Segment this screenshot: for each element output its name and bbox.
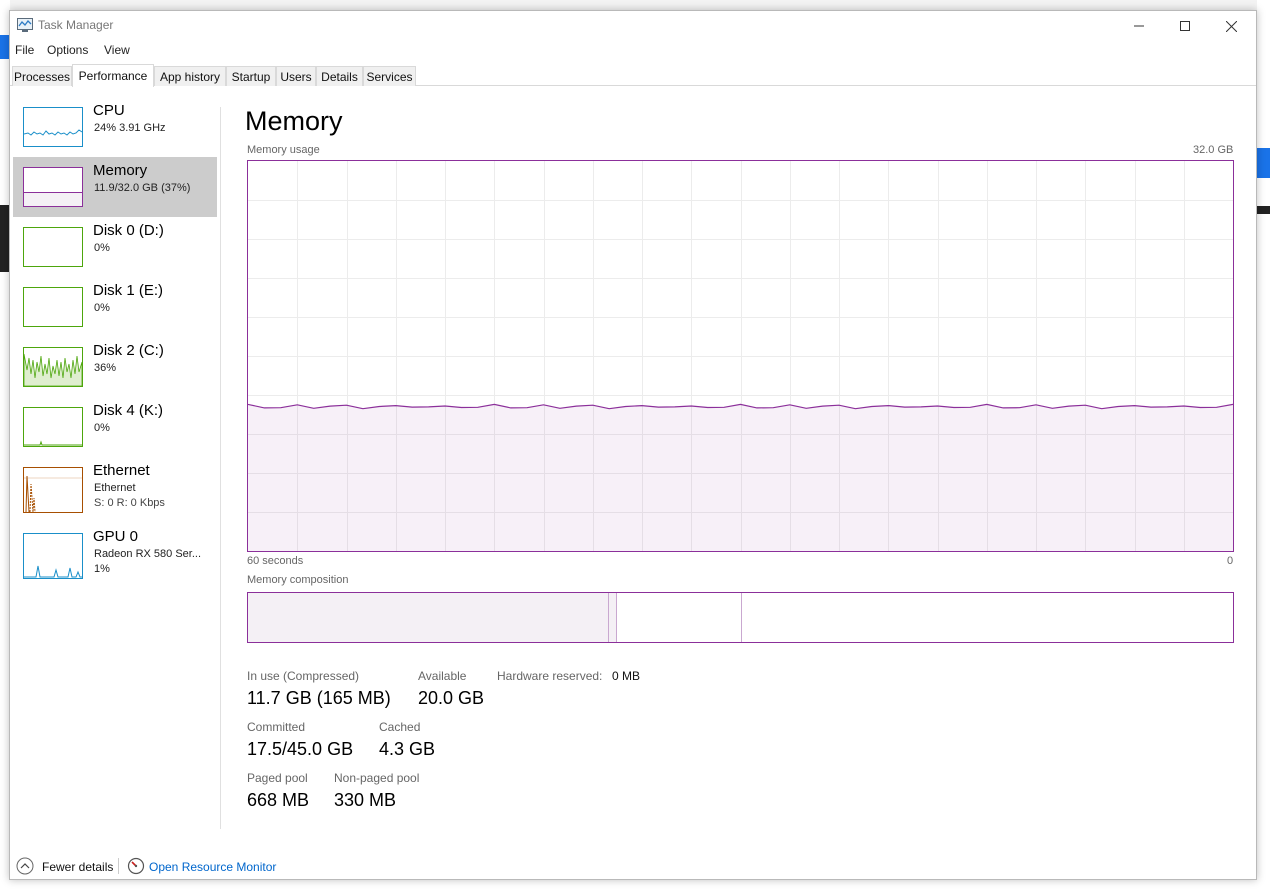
tab-startup[interactable]: Startup: [226, 66, 276, 86]
memory-usage-area: [248, 404, 1233, 551]
resource-disk-1[interactable]: Disk 1 (E:) 0%: [13, 277, 217, 337]
resource-disk-2[interactable]: Disk 2 (C:) 36%: [13, 337, 217, 397]
title-bar[interactable]: Task Manager: [10, 11, 1256, 41]
paged-pool-value: 668 MB: [247, 790, 310, 810]
desktop-background-top: [0, 0, 1270, 10]
memory-composition-bar: [247, 592, 1234, 643]
resource-title: Disk 1 (E:): [93, 282, 164, 299]
composition-modified[interactable]: [609, 593, 617, 642]
in-use-value: 11.7 GB (165 MB): [247, 688, 391, 708]
footer-bar: Fewer details Open Resource Monitor: [10, 847, 1256, 881]
cpu-thumbnail: [23, 107, 83, 147]
composition-free[interactable]: [742, 593, 1233, 642]
in-use-label: In use (Compressed): [247, 669, 360, 683]
menu-options[interactable]: Options: [47, 43, 88, 57]
close-button[interactable]: [1208, 11, 1254, 41]
available-label: Available: [418, 669, 467, 683]
non-paged-pool-label: Non-paged pool: [334, 771, 420, 785]
tab-details[interactable]: Details: [316, 66, 363, 86]
tab-services[interactable]: Services: [363, 66, 416, 86]
resource-monitor-icon[interactable]: [127, 857, 145, 875]
hardware-reserved-value: 0 MB: [612, 669, 641, 683]
minimize-button[interactable]: [1116, 11, 1162, 41]
desktop-background-bottom: [0, 880, 1270, 890]
memory-usage-chart: [247, 160, 1234, 552]
minimize-icon: [1134, 25, 1144, 27]
menu-file[interactable]: File: [15, 43, 34, 57]
tab-processes[interactable]: Processes: [12, 66, 72, 86]
tab-strip: Processes Performance App history Startu…: [10, 64, 1256, 87]
resource-disk-4[interactable]: Disk 4 (K:) 0%: [13, 397, 217, 457]
close-icon: [1225, 20, 1237, 32]
memory-usage-label: Memory usage: [247, 144, 320, 156]
resource-title: Disk 4 (K:): [93, 402, 164, 419]
non-paged-pool-value: 330 MB: [334, 790, 397, 810]
tab-app-history[interactable]: App history: [154, 66, 226, 86]
resource-disk-0[interactable]: Disk 0 (D:) 0%: [13, 217, 217, 277]
resource-title: CPU: [93, 102, 125, 119]
gpu-thumbnail: [23, 533, 83, 579]
composition-in-use[interactable]: [248, 593, 609, 642]
chevron-up-icon[interactable]: [16, 857, 34, 875]
resource-subtitle: 0%: [94, 422, 110, 434]
resource-title: Memory: [93, 162, 148, 179]
committed-label: Committed: [247, 720, 306, 734]
cached-label: Cached: [379, 720, 421, 734]
menu-view[interactable]: View: [104, 43, 130, 57]
panel-divider: [220, 107, 221, 829]
resource-subtitle: 0%: [94, 302, 110, 314]
resource-list: CPU 24% 3.91 GHz Memory 11.9/32.0 GB (37…: [10, 87, 220, 847]
disk-0-thumbnail: [23, 227, 83, 267]
resource-subtitle: 24% 3.91 GHz: [94, 122, 166, 134]
maximize-icon: [1180, 21, 1190, 31]
page-title: Memory: [245, 106, 343, 136]
tab-performance[interactable]: Performance: [72, 64, 154, 87]
footer-divider: [118, 858, 119, 874]
resource-ethernet[interactable]: Ethernet Ethernet S: 0 R: 0 Kbps: [13, 457, 217, 523]
resource-cpu[interactable]: CPU 24% 3.91 GHz: [13, 97, 217, 157]
resource-gpu-0[interactable]: GPU 0 Radeon RX 580 Ser... 1%: [13, 523, 217, 589]
maximize-button[interactable]: [1162, 11, 1208, 41]
resource-subtitle: 11.9/32.0 GB (37%): [94, 182, 191, 194]
disk-2-thumbnail: [23, 347, 83, 387]
resource-subtitle-2: 1%: [94, 563, 110, 575]
composition-standby[interactable]: [617, 593, 742, 642]
ethernet-thumbnail: [23, 467, 83, 513]
resource-subtitle: Radeon RX 580 Ser...: [94, 548, 202, 560]
paged-pool-label: Paged pool: [247, 771, 308, 785]
resource-subtitle: 0%: [94, 242, 110, 254]
resource-title: Disk 0 (D:): [93, 222, 164, 239]
memory-thumbnail: [23, 167, 83, 207]
resource-title: GPU 0: [93, 528, 139, 545]
menu-bar: File Options View: [10, 41, 1256, 61]
time-axis-start: 60 seconds: [247, 555, 304, 567]
resource-title: Ethernet: [93, 462, 150, 479]
memory-usage-max: 32.0 GB: [1193, 144, 1234, 156]
fewer-details-link[interactable]: Fewer details: [42, 860, 113, 874]
committed-value: 17.5/45.0 GB: [247, 739, 354, 759]
task-manager-icon: [17, 18, 33, 32]
resource-title: Disk 2 (C:): [93, 342, 164, 359]
desktop-background-right: [1257, 0, 1270, 890]
task-manager-window: Task Manager File Options View Processes…: [9, 10, 1257, 880]
window-title: Task Manager: [38, 18, 114, 32]
disk-4-thumbnail: [23, 407, 83, 447]
available-value: 20.0 GB: [418, 688, 485, 708]
resource-subtitle: 36%: [94, 362, 117, 374]
resource-memory[interactable]: Memory 11.9/32.0 GB (37%): [13, 157, 217, 217]
resource-subtitle: Ethernet: [94, 482, 136, 494]
hardware-reserved-label: Hardware reserved:: [497, 669, 603, 683]
open-resource-monitor-link[interactable]: Open Resource Monitor: [149, 860, 276, 874]
time-axis-end: 0: [1227, 555, 1234, 567]
memory-composition-label: Memory composition: [247, 574, 349, 586]
resource-subtitle-2: S: 0 R: 0 Kbps: [94, 497, 165, 509]
disk-1-thumbnail: [23, 287, 83, 327]
tab-users[interactable]: Users: [276, 66, 316, 86]
cached-value: 4.3 GB: [379, 739, 436, 759]
